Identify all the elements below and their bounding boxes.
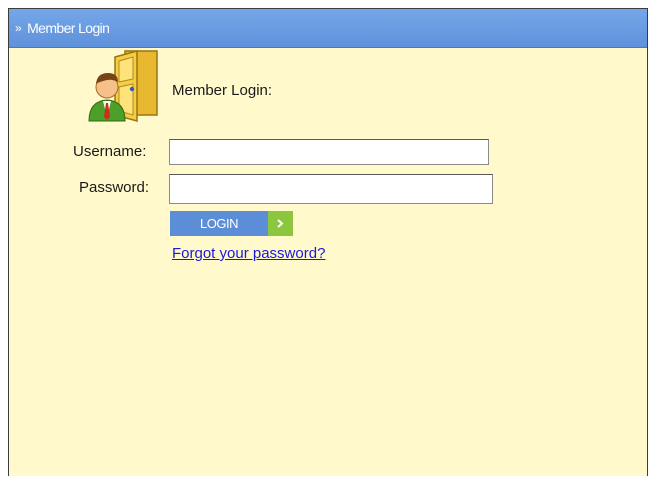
password-field[interactable] [169,174,493,204]
forgot-password-link[interactable]: Forgot your password? [172,245,325,262]
login-button-label: LOGIN [170,211,268,236]
password-label: Password: [79,179,150,196]
login-button[interactable]: LOGIN [170,211,293,236]
member-door-icon [88,50,158,122]
member-login-heading: Member Login: [172,82,273,99]
panel-header: » Member Login [9,9,647,48]
panel-title: Member Login [27,20,110,36]
username-label: Username: [73,143,147,160]
chevron-right-icon [268,211,293,236]
username-field[interactable] [169,139,489,165]
double-chevron-right-icon: » [15,21,22,35]
